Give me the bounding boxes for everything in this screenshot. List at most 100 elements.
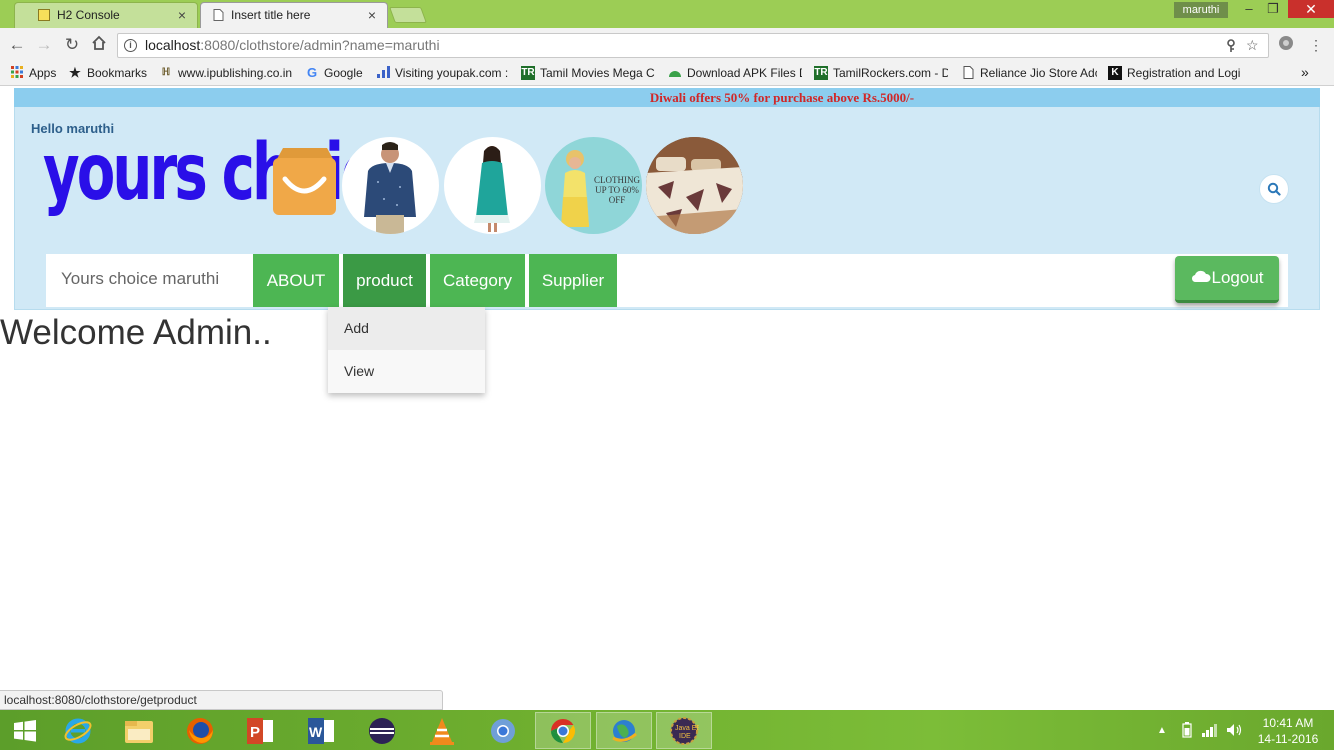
search-button[interactable] — [1259, 174, 1289, 204]
reload-icon[interactable]: ↻ — [62, 35, 82, 55]
tr-icon: TR — [521, 66, 535, 80]
vlc-icon — [430, 717, 454, 745]
svg-text:IDE: IDE — [679, 733, 691, 740]
bookmark-youpak[interactable]: Visiting youpak.com : — [376, 66, 508, 80]
star-icon: ★ — [69, 66, 81, 80]
bookmark-apps[interactable]: Apps — [10, 66, 56, 80]
key-icon[interactable] — [1226, 37, 1236, 60]
tab-close-icon[interactable]: × — [174, 7, 190, 23]
tab-title: H2 Console — [57, 8, 120, 22]
address-bar[interactable]: i localhost:8080/clothstore/admin?name=m… — [117, 33, 1269, 58]
chrome-icon — [551, 718, 576, 743]
taskbar-chrome-1[interactable] — [475, 712, 531, 749]
h2-favicon-icon — [38, 9, 50, 21]
page-icon — [961, 66, 975, 80]
bookmarks-overflow-icon[interactable]: » — [1301, 64, 1309, 80]
tab-h2-console[interactable]: H2 Console × — [14, 2, 198, 28]
tab-close-icon[interactable]: × — [364, 7, 380, 23]
promo-image-clothing-sale[interactable]: CLOTHING UP TO 60% OFF — [545, 137, 642, 234]
svg-text:Java EE: Java EE — [675, 725, 699, 732]
taskbar-eclipse[interactable] — [354, 712, 410, 749]
home-icon[interactable] — [89, 35, 109, 55]
logout-button[interactable]: Logout — [1175, 256, 1279, 303]
folder-icon — [125, 720, 153, 743]
tab-insert-title[interactable]: Insert title here × — [200, 2, 388, 28]
taskbar-file-explorer[interactable] — [111, 712, 167, 749]
profile-button[interactable]: maruthi — [1174, 2, 1228, 18]
product-image-bedsheet[interactable] — [646, 137, 743, 234]
java-ee-ide-icon: Java EEIDE — [670, 716, 699, 745]
nav-category[interactable]: Category — [430, 254, 525, 307]
navbar-brand[interactable]: Yours choice maruthi — [61, 254, 219, 307]
back-icon[interactable]: ← — [7, 35, 27, 55]
bookmark-registration[interactable]: K Registration and Logi — [1108, 66, 1242, 80]
bookmark-apk-files[interactable]: Download APK Files D — [668, 66, 802, 80]
word-icon: W — [308, 717, 334, 744]
bookmark-tamilrockers[interactable]: TR TamilRockers.com - D — [814, 66, 948, 80]
nav-product[interactable]: product — [343, 254, 426, 307]
restore-button[interactable]: ❐ — [1260, 0, 1286, 18]
powerpoint-icon: P — [247, 717, 273, 744]
minimize-button[interactable]: – — [1236, 0, 1262, 18]
globe-icon — [612, 719, 637, 742]
nav-supplier[interactable]: Supplier — [529, 254, 617, 307]
start-button[interactable] — [0, 712, 50, 749]
internet-explorer-icon — [64, 718, 92, 743]
taskbar-chrome-2[interactable] — [535, 712, 591, 749]
bookmark-ipublishing[interactable]: ℍwww.ipublishing.co.in — [159, 66, 293, 80]
cloud-icon — [1191, 270, 1211, 283]
android-icon — [668, 66, 682, 80]
browser-toolbar: ← → ↻ i localhost:8080/clothstore/admin?… — [0, 28, 1334, 62]
clothing-sale-caption: CLOTHING UP TO 60% OFF — [594, 175, 640, 205]
page-favicon-icon — [212, 9, 224, 21]
forward-icon[interactable]: → — [34, 35, 54, 55]
taskbar-java-ee-ide[interactable]: Java EE IDE — [656, 712, 712, 749]
volume-icon[interactable] — [1226, 710, 1244, 750]
bookmark-bookmarks[interactable]: ★ Bookmarks — [68, 66, 147, 80]
taskbar-ie[interactable] — [50, 712, 106, 749]
tray-show-hidden-icon[interactable]: ▲ — [1157, 710, 1167, 750]
bookmarks-bar: Apps ★ Bookmarks ℍwww.ipublishing.co.in G… — [0, 62, 1334, 86]
network-signal-icon[interactable] — [1202, 710, 1218, 750]
chrome-icon — [491, 718, 515, 743]
product-dropdown-menu: Add View — [328, 307, 485, 393]
nav-about[interactable]: ABOUT — [253, 254, 339, 307]
bookmark-tamil-movies[interactable]: TR Tamil Movies Mega C — [521, 66, 655, 80]
svg-text:P: P — [250, 724, 260, 741]
apps-grid-icon — [10, 66, 24, 80]
taskbar-vlc[interactable] — [414, 712, 470, 749]
firefox-icon — [187, 717, 213, 744]
bookmark-star-icon[interactable]: ☆ — [1246, 34, 1259, 57]
clock-time: 10:41 AM — [1262, 716, 1314, 730]
bookmark-google[interactable]: G Google — [305, 66, 363, 80]
windows-logo-icon — [14, 719, 36, 742]
product-image-mens-shirt[interactable] — [342, 137, 439, 234]
ipublishing-icon: ℍ — [161, 67, 171, 78]
taskbar-word[interactable]: W — [293, 712, 349, 749]
dropdown-item-add[interactable]: Add — [328, 307, 485, 350]
product-image-kurti[interactable] — [444, 137, 541, 234]
svg-text:W: W — [309, 724, 323, 740]
bookmark-reliance-jio[interactable]: Reliance Jio Store Adc — [961, 66, 1097, 80]
menu-icon[interactable]: ⋮ — [1306, 35, 1326, 55]
system-clock[interactable]: 10:41 AM 14-11-2016 — [1251, 715, 1325, 747]
new-tab-button[interactable] — [389, 7, 427, 23]
extension-icon[interactable] — [1276, 35, 1296, 55]
taskbar-powerpoint[interactable]: P — [232, 712, 288, 749]
taskbar-globe-app[interactable] — [596, 712, 652, 749]
site-info-icon[interactable]: i — [124, 39, 137, 52]
google-icon: G — [306, 66, 318, 80]
status-bar-url: localhost:8080/clothstore/getproduct — [0, 690, 443, 710]
welcome-heading: Welcome Admin.. — [0, 313, 272, 352]
shopping-bag-logo-icon — [271, 145, 338, 216]
main-navbar: Yours choice maruthi ABOUT product Categ… — [46, 254, 1288, 307]
bars-icon — [376, 66, 390, 80]
taskbar-firefox[interactable] — [172, 712, 228, 749]
logout-label: Logout — [1211, 268, 1264, 287]
dropdown-item-view[interactable]: View — [328, 350, 485, 393]
battery-icon[interactable] — [1182, 710, 1192, 750]
window-close-button[interactable]: ✕ — [1288, 0, 1334, 18]
site-header: Hello maruthi yours choice CLOTHING UP T… — [14, 107, 1320, 310]
tr-icon: TR — [814, 66, 828, 80]
clock-date: 14-11-2016 — [1257, 732, 1319, 746]
